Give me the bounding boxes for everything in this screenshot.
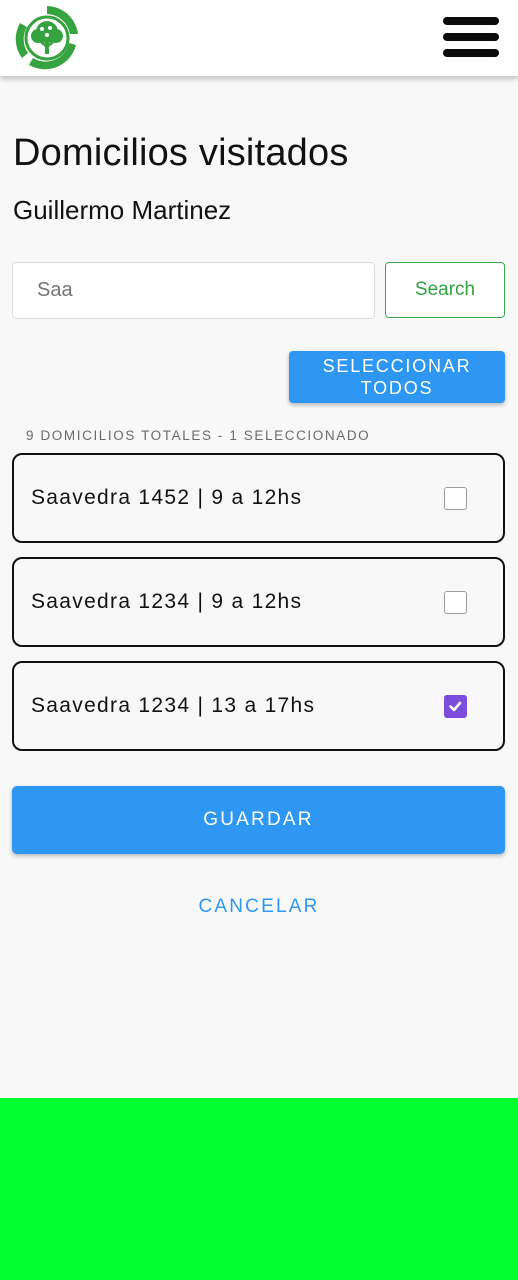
- search-input[interactable]: [12, 262, 375, 319]
- menu-bar-top: [443, 17, 499, 25]
- address-checkbox[interactable]: [444, 591, 467, 614]
- address-card[interactable]: Saavedra 1234 | 9 a 12hs: [12, 557, 505, 647]
- person-name: Guillermo Martinez: [13, 195, 232, 225]
- address-label: Saavedra 1452 | 9 a 12hs: [31, 486, 303, 509]
- address-label: Saavedra 1234 | 13 a 17hs: [31, 694, 316, 717]
- bottom-bar: [0, 1098, 518, 1280]
- select-all-button[interactable]: SELECCIONAR TODOS: [289, 351, 505, 403]
- page-title: Domicilios visitados: [13, 132, 349, 174]
- save-button[interactable]: GUARDAR: [12, 786, 505, 854]
- address-card[interactable]: Saavedra 1234 | 13 a 17hs: [12, 661, 505, 751]
- address-checkbox[interactable]: [444, 487, 467, 510]
- address-list: Saavedra 1452 | 9 a 12hs Saavedra 1234 |…: [12, 453, 505, 765]
- search-button[interactable]: Search: [385, 262, 505, 318]
- check-icon: [449, 701, 462, 712]
- menu-bar-bottom: [443, 49, 499, 57]
- cancel-button[interactable]: CANCELAR: [159, 885, 359, 929]
- hamburger-menu-icon[interactable]: [440, 14, 502, 60]
- app-header: [0, 0, 518, 76]
- address-label: Saavedra 1234 | 9 a 12hs: [31, 590, 303, 613]
- selection-summary: 9 DOMICILIOS TOTALES - 1 SELECCIONADO: [26, 428, 371, 443]
- menu-bar-middle: [443, 33, 499, 41]
- recycling-tree-logo[interactable]: [12, 3, 82, 73]
- address-card[interactable]: Saavedra 1452 | 9 a 12hs: [12, 453, 505, 543]
- address-checkbox[interactable]: [444, 695, 467, 718]
